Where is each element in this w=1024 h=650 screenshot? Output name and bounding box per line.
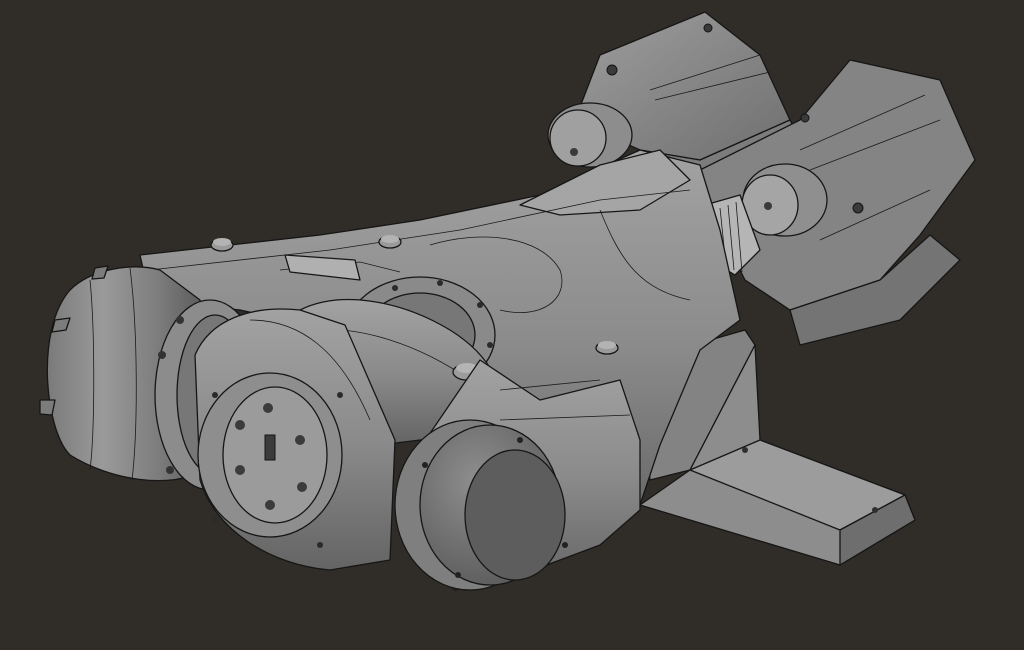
cad-3d-viewport[interactable] [0, 0, 1024, 650]
robot-wrist-assembly-model[interactable] [0, 0, 1024, 650]
upper-motor-cylinder [547, 102, 633, 168]
lower-motor-cylinder [741, 163, 828, 237]
body-bolt-1 [210, 238, 234, 252]
body-bolt-2 [378, 235, 402, 249]
body-bolt-3 [595, 341, 619, 355]
